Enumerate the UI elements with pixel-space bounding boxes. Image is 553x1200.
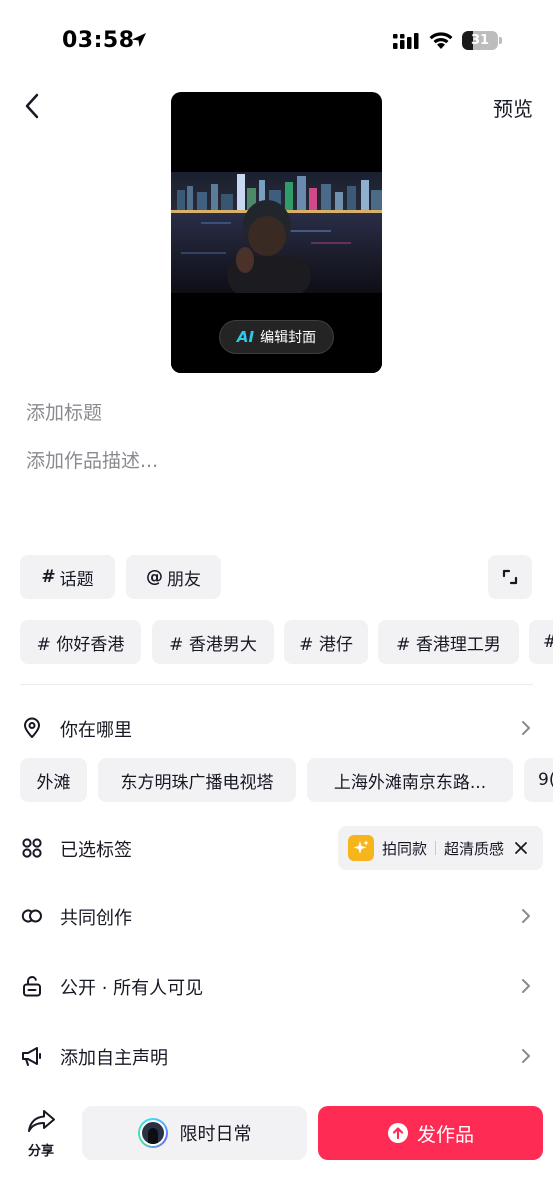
avatar [137,1118,168,1148]
selected-tags-label: 已选标签 [60,840,132,861]
declaration-label: 添加自主声明 [60,1048,168,1069]
co-create-icon [21,909,42,923]
megaphone-icon [22,1047,41,1066]
cover-thumbnail[interactable]: AI 编辑封面 [171,92,382,373]
location-suggestion[interactable]: 9( [524,758,553,802]
status-time: 03:58 [62,28,135,53]
tag-separator [435,841,437,855]
visibility-row[interactable]: 公开 · 所有人可见 [0,964,553,1008]
limited-daily-label: 限时日常 [179,1124,252,1145]
close-icon[interactable] [514,841,528,855]
at-icon: @ [146,567,163,587]
ai-icon: AI [236,328,255,346]
edit-cover-label: 编辑封面 [260,330,317,346]
upload-arrow-icon [387,1123,408,1143]
unlock-icon [23,976,41,997]
hashtag-chip[interactable]: # 香港理工男 [378,620,519,664]
expand-editor-button[interactable] [488,555,532,599]
tag-sub-label: 超清质感 [444,839,505,858]
topic-label: 话题 [59,569,94,590]
location-suggestion[interactable]: 上海外滩南京东路... [307,758,513,802]
divider [20,684,533,685]
location-label: 你在哪里 [60,720,132,741]
wifi-icon [429,32,453,49]
status-bar: 03:58 31 [0,0,553,80]
expand-icon [502,569,518,585]
chevron-right-icon [522,721,530,735]
hashtag-chip[interactable]: # 香港男大 [152,620,274,664]
battery-level: 31 [470,33,490,48]
location-suggestion[interactable]: 外滩 [20,758,87,802]
tag-main-label: 拍同款 [382,839,428,858]
share-label: 分享 [27,1144,54,1159]
selected-tag-pill[interactable]: 拍同款 超清质感 [338,826,543,870]
battery-icon: 31 [462,31,502,50]
topic-button[interactable]: # 话题 [20,555,115,599]
edit-cover-button[interactable]: AI 编辑封面 [219,320,334,354]
visibility-label: 公开 · 所有人可见 [60,978,204,999]
title-input[interactable]: 添加标题 [26,398,102,425]
preview-button[interactable]: 预览 [493,93,533,122]
location-pin-icon [24,717,40,738]
hashtag-chip[interactable]: # 港仔 [284,620,368,664]
limited-daily-button[interactable]: 限时日常 [82,1106,307,1160]
hashtag-chip[interactable]: # 你好香港 [20,620,141,664]
location-arrow-icon [132,33,146,47]
publish-button[interactable]: 发作品 [318,1106,543,1160]
co-create-row[interactable]: 共同创作 [0,894,553,938]
cellular-signal-icon [393,33,419,49]
share-button[interactable]: 分享 [20,1108,62,1160]
chevron-right-icon [522,1049,530,1063]
publish-label: 发作品 [416,1123,474,1146]
mention-friends-button[interactable]: @ 朋友 [126,555,221,599]
location-suggestion[interactable]: 东方明珠广播电视塔 [98,758,296,802]
chevron-left-icon [25,93,39,119]
share-icon [28,1110,55,1132]
hashtag-icon: # [41,567,56,587]
hashtag-chip[interactable]: # [529,620,553,664]
description-input[interactable]: 添加作品描述... [26,446,158,473]
mention-friends-label: 朋友 [167,569,201,590]
back-button[interactable] [16,90,48,122]
chevron-right-icon [522,979,530,993]
grid-icon [22,838,42,858]
sparkle-icon [348,835,374,861]
location-row[interactable]: 你在哪里 [0,706,553,750]
co-create-label: 共同创作 [60,908,132,929]
chevron-right-icon [522,909,530,923]
declaration-row[interactable]: 添加自主声明 [0,1034,553,1078]
